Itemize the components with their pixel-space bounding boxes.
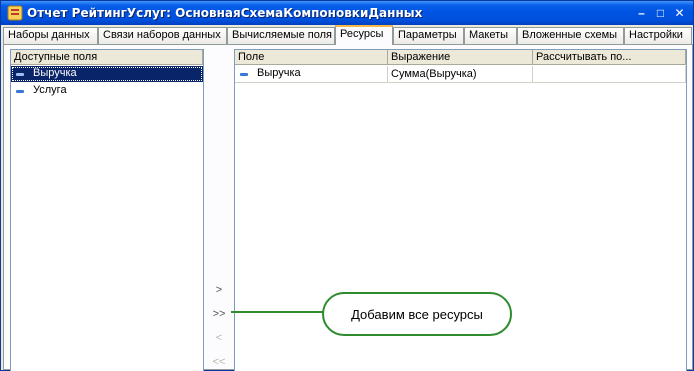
- tab-nested-schemas[interactable]: Вложенные схемы: [517, 27, 624, 44]
- report-window: Отчет РейтингУслуг: ОсновнаяСхемаКомпоно…: [0, 0, 694, 371]
- list-item-label: Выручка: [33, 67, 77, 79]
- resource-field-cell: Выручка: [257, 67, 301, 79]
- column-header-expression[interactable]: Выражение: [388, 50, 533, 65]
- tab-calculated-fields[interactable]: Вычисляемые поля: [227, 27, 335, 44]
- tab-parameters[interactable]: Параметры: [393, 27, 464, 44]
- available-fields-list[interactable]: Доступные поля Выручка Услуга: [10, 49, 204, 371]
- resource-calculate-by-cell[interactable]: [533, 66, 686, 83]
- field-icon: [16, 73, 24, 76]
- add-all-button[interactable]: >>: [209, 305, 229, 323]
- remove-button[interactable]: <: [209, 329, 229, 347]
- add-button[interactable]: >: [209, 281, 229, 299]
- list-item-label: Услуга: [33, 84, 67, 96]
- window-title: Отчет РейтингУслуг: ОсновнаяСхемаКомпоно…: [27, 6, 423, 20]
- maximize-button[interactable]: □: [652, 4, 669, 21]
- column-header-calculate-by[interactable]: Рассчитывать по...: [533, 50, 686, 65]
- list-item[interactable]: Выручка: [11, 66, 203, 82]
- callout-bubble: Добавим все ресурсы: [322, 292, 512, 336]
- field-icon: [240, 73, 248, 76]
- minimize-button[interactable]: –: [633, 4, 650, 21]
- title-bar[interactable]: Отчет РейтингУслуг: ОсновнаяСхемаКомпоно…: [1, 1, 693, 25]
- field-icon: [16, 90, 24, 93]
- close-button[interactable]: ✕: [671, 4, 688, 21]
- list-item[interactable]: Услуга: [11, 83, 203, 99]
- tab-layouts[interactable]: Макеты: [464, 27, 517, 44]
- remove-all-button[interactable]: <<: [209, 353, 229, 371]
- tab-strip: Наборы данных Связи наборов данных Вычис…: [3, 25, 693, 45]
- tab-settings[interactable]: Настройки: [624, 27, 692, 44]
- resource-expression-cell[interactable]: Сумма(Выручка): [388, 66, 533, 83]
- column-header-field[interactable]: Поле: [235, 50, 388, 65]
- tab-dataset-links[interactable]: Связи наборов данных: [98, 27, 227, 44]
- report-app-icon: [7, 5, 23, 21]
- callout-connector: [231, 311, 323, 313]
- tab-datasets[interactable]: Наборы данных: [3, 27, 98, 44]
- tab-resources[interactable]: Ресурсы: [335, 25, 393, 45]
- available-fields-header: Доступные поля: [11, 50, 203, 65]
- table-row[interactable]: Выручка: [235, 66, 388, 83]
